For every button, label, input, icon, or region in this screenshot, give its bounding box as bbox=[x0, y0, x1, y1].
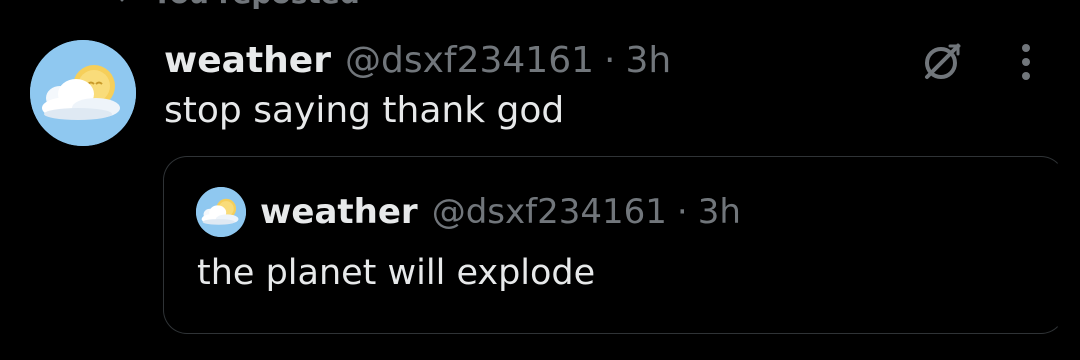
quote-author-handle[interactable]: @dsxf234161 bbox=[432, 192, 667, 232]
quote-text: the planet will explode bbox=[197, 253, 596, 293]
sun-cloud-icon bbox=[196, 187, 246, 237]
repost-label: You reposted bbox=[152, 0, 360, 10]
more-vertical-icon bbox=[1022, 44, 1030, 80]
tweet-header: weather @dsxf234161 · 3h bbox=[164, 36, 671, 84]
quote-header: weather @dsxf234161 · 3h bbox=[260, 189, 741, 235]
author-avatar[interactable] bbox=[30, 40, 136, 146]
quoted-tweet-card[interactable]: weather @dsxf234161 · 3h the planet will… bbox=[163, 156, 1065, 334]
repost-indicator[interactable]: You reposted bbox=[100, 0, 360, 10]
grok-button[interactable] bbox=[916, 36, 968, 88]
quote-author-name[interactable]: weather bbox=[260, 192, 418, 232]
grok-icon bbox=[925, 43, 961, 79]
repost-icon bbox=[100, 0, 130, 8]
more-options-button[interactable] bbox=[1006, 40, 1046, 84]
author-handle[interactable]: @dsxf234161 bbox=[345, 40, 594, 81]
sun-cloud-icon bbox=[30, 40, 136, 146]
tweet-text: stop saying thank god bbox=[164, 90, 565, 131]
quote-header-separator: · bbox=[676, 192, 688, 232]
quote-post-time[interactable]: 3h bbox=[698, 192, 741, 232]
header-separator: · bbox=[604, 39, 616, 81]
post-time[interactable]: 3h bbox=[625, 40, 671, 81]
quote-author-avatar[interactable] bbox=[196, 187, 246, 237]
author-name[interactable]: weather bbox=[164, 40, 331, 81]
